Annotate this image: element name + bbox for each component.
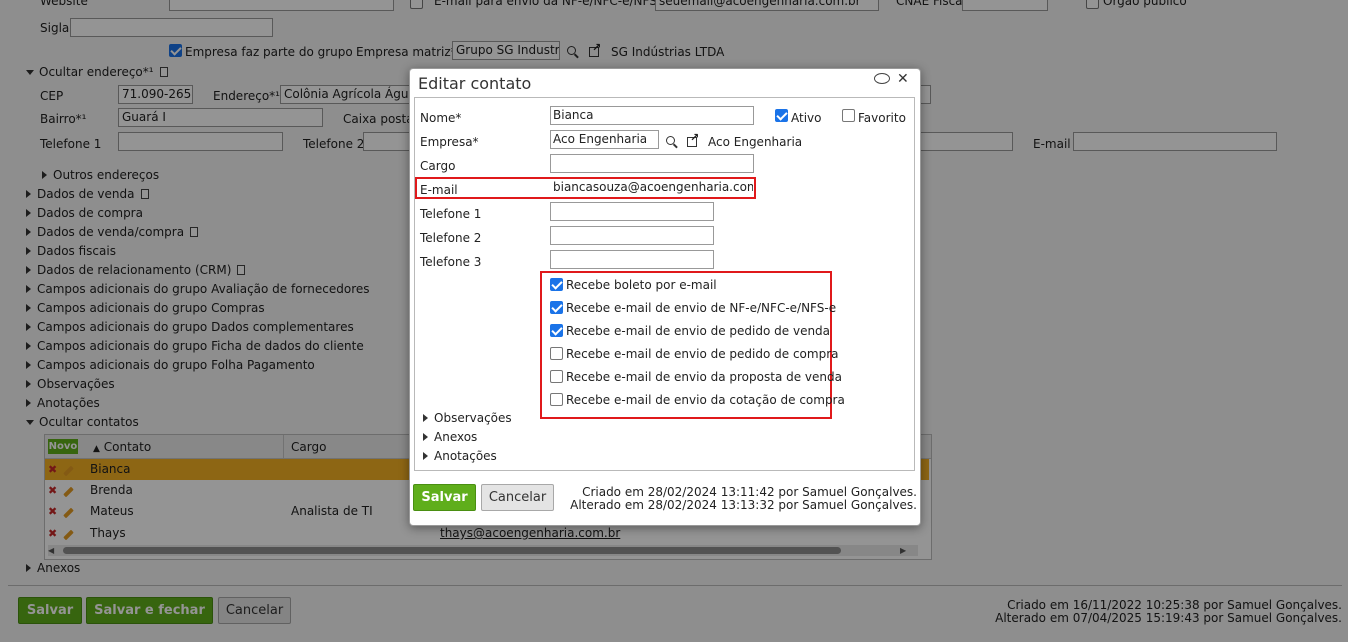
favorito-label: Favorito: [858, 111, 906, 125]
chat-icon[interactable]: [874, 73, 890, 84]
sub-observacoes[interactable]: Observações: [423, 411, 512, 425]
option-pedido-venda-label: Recebe e-mail de envio de pedido de vend…: [566, 324, 831, 338]
cargo-input[interactable]: [550, 154, 754, 173]
ativo-label: Ativo: [791, 111, 822, 125]
dialog-salvar-button[interactable]: Salvar: [413, 484, 476, 511]
favorito-checkbox[interactable]: [842, 109, 855, 122]
option-pedido-compra-checkbox[interactable]: [550, 347, 563, 360]
empresa-link[interactable]: Aco Engenharia: [708, 135, 802, 149]
ativo-checkbox[interactable]: [775, 109, 788, 122]
option-cotacao-compra-checkbox[interactable]: [550, 393, 563, 406]
tel3-input[interactable]: [550, 250, 714, 269]
search-icon[interactable]: [666, 134, 675, 148]
option-pedido-compra-label: Recebe e-mail de envio de pedido de comp…: [566, 347, 839, 361]
option-nfe-label: Recebe e-mail de envio de NF-e/NFC-e/NFS…: [566, 301, 837, 315]
tel2-label: Telefone 2: [420, 231, 482, 245]
dialog-criado-text: Criado em 28/02/2024 13:11:42 por Samuel…: [582, 485, 917, 499]
caret-right-icon: [423, 433, 428, 441]
tel1-input[interactable]: [550, 202, 714, 221]
option-boleto-checkbox[interactable]: [550, 278, 563, 291]
tel1-label: Telefone 1: [420, 207, 482, 221]
option-nfe-checkbox[interactable]: [550, 301, 563, 314]
dialog-cancelar-button[interactable]: Cancelar: [481, 484, 554, 511]
dialog-body: Nome* Bianca Ativo Favorito Empresa* Aco…: [414, 97, 915, 471]
editar-contato-dialog: Editar contato ✕ Nome* Bianca Ativo Favo…: [409, 68, 921, 526]
external-link-icon[interactable]: [687, 131, 699, 149]
option-cotacao-compra-label: Recebe e-mail de envio da cotação de com…: [566, 393, 845, 407]
empresa-input[interactable]: Aco Engenharia: [550, 130, 659, 149]
sub-anexos[interactable]: Anexos: [423, 430, 477, 444]
nome-input[interactable]: Bianca: [550, 106, 754, 125]
option-proposta-venda-label: Recebe e-mail de envio da proposta de ve…: [566, 370, 842, 384]
caret-right-icon: [423, 414, 428, 422]
tel3-label: Telefone 3: [420, 255, 482, 269]
close-icon[interactable]: ✕: [897, 71, 909, 87]
email-highlight: [415, 177, 756, 199]
nome-label: Nome*: [420, 111, 462, 125]
option-proposta-venda-checkbox[interactable]: [550, 370, 563, 383]
caret-right-icon: [423, 452, 428, 460]
dialog-title: Editar contato: [418, 74, 532, 93]
empresa-label: Empresa*: [420, 135, 479, 149]
option-boleto-label: Recebe boleto por e-mail: [566, 278, 717, 292]
dialog-alterado-text: Alterado em 28/02/2024 13:13:32 por Samu…: [570, 498, 917, 512]
tel2-input[interactable]: [550, 226, 714, 245]
sub-anotacoes[interactable]: Anotações: [423, 449, 497, 463]
option-pedido-venda-checkbox[interactable]: [550, 324, 563, 337]
cargo-label: Cargo: [420, 159, 456, 173]
